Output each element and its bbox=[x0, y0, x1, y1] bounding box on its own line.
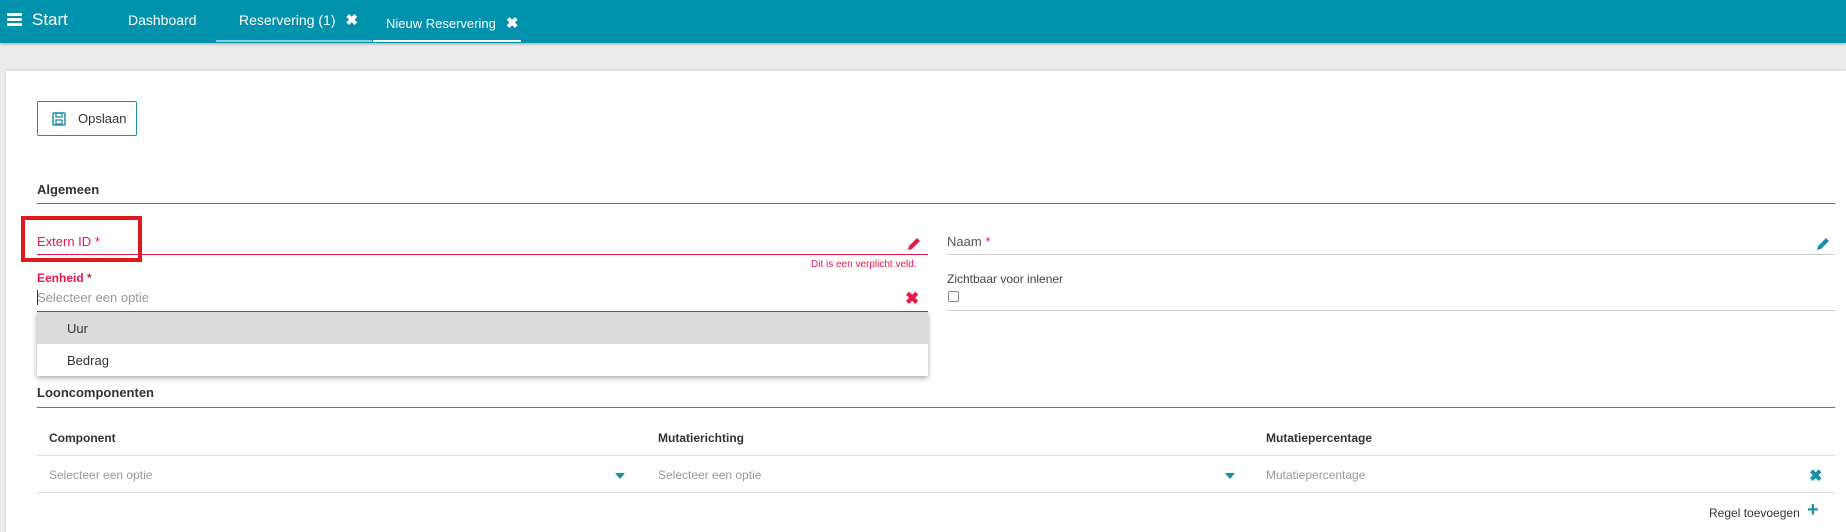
tab-reservering[interactable]: Reservering (1) ✖ bbox=[216, 0, 372, 42]
close-tab-icon[interactable]: ✖ bbox=[506, 14, 519, 32]
mutatierichting-select[interactable]: Selecteer een optie bbox=[658, 468, 761, 482]
text-caret bbox=[37, 290, 38, 305]
dropdown-option-uur[interactable]: Uur bbox=[37, 312, 928, 344]
tab-nieuw-reservering[interactable]: Nieuw Reservering ✖ bbox=[373, 0, 521, 42]
clear-selection-icon[interactable]: ✖ bbox=[905, 289, 919, 309]
section-title-algemeen: Algemeen bbox=[37, 182, 100, 197]
floppy-disk-icon bbox=[52, 111, 66, 126]
naam-label: Naam * bbox=[947, 234, 991, 249]
plus-icon[interactable]: + bbox=[1807, 499, 1819, 522]
eenheid-label: Eenheid * bbox=[37, 271, 92, 285]
extern-id-error: Dit is een verplicht veld. bbox=[811, 259, 917, 270]
section-divider bbox=[37, 203, 1835, 204]
eenheid-select[interactable]: Selecteer een optie bbox=[37, 290, 149, 305]
zichtbaar-underline bbox=[947, 310, 1835, 311]
column-header-mutatiepercentage: Mutatiepercentage bbox=[1266, 431, 1373, 445]
naam-input[interactable] bbox=[947, 254, 1835, 255]
close-tab-icon[interactable]: ✖ bbox=[345, 11, 358, 29]
table-header-divider bbox=[37, 455, 1835, 456]
chevron-down-icon[interactable] bbox=[1225, 473, 1235, 479]
start-link[interactable]: Start bbox=[32, 10, 68, 30]
tab-label: Dashboard bbox=[128, 12, 197, 28]
zichtbaar-checkbox[interactable] bbox=[948, 291, 959, 302]
tab-label: Reservering (1) bbox=[239, 12, 336, 28]
save-button[interactable]: Opslaan bbox=[37, 101, 137, 136]
section-title-looncomponenten: Looncomponenten bbox=[37, 385, 154, 400]
column-header-mutatierichting: Mutatierichting bbox=[658, 431, 744, 445]
dropdown-option-bedrag[interactable]: Bedrag bbox=[37, 344, 928, 376]
column-header-component: Component bbox=[49, 431, 116, 445]
mutatiepercentage-input[interactable]: Mutatiepercentage bbox=[1266, 468, 1365, 482]
extern-id-label: Extern ID * bbox=[37, 234, 100, 249]
table-row-divider bbox=[37, 492, 1835, 493]
extern-id-input[interactable] bbox=[37, 254, 928, 255]
chevron-down-icon[interactable] bbox=[615, 473, 625, 479]
hamburger-icon[interactable] bbox=[7, 13, 22, 26]
section-divider bbox=[37, 407, 1835, 408]
form-card bbox=[6, 71, 1846, 532]
top-navigation-bar: Start Dashboard Reservering (1) ✖ Nieuw … bbox=[0, 0, 1846, 43]
zichtbaar-label: Zichtbaar voor inlener bbox=[947, 272, 1064, 286]
tab-dashboard[interactable]: Dashboard bbox=[128, 0, 197, 42]
pencil-icon[interactable] bbox=[906, 236, 922, 252]
component-select[interactable]: Selecteer een optie bbox=[49, 468, 152, 482]
tab-label: Nieuw Reservering bbox=[386, 15, 496, 31]
save-button-label: Opslaan bbox=[78, 111, 127, 126]
add-row-button[interactable]: Regel toevoegen bbox=[1709, 506, 1800, 520]
remove-row-icon[interactable]: ✖ bbox=[1809, 466, 1822, 486]
pencil-icon[interactable] bbox=[1815, 236, 1831, 252]
eenheid-dropdown: Uur Bedrag bbox=[37, 312, 928, 376]
